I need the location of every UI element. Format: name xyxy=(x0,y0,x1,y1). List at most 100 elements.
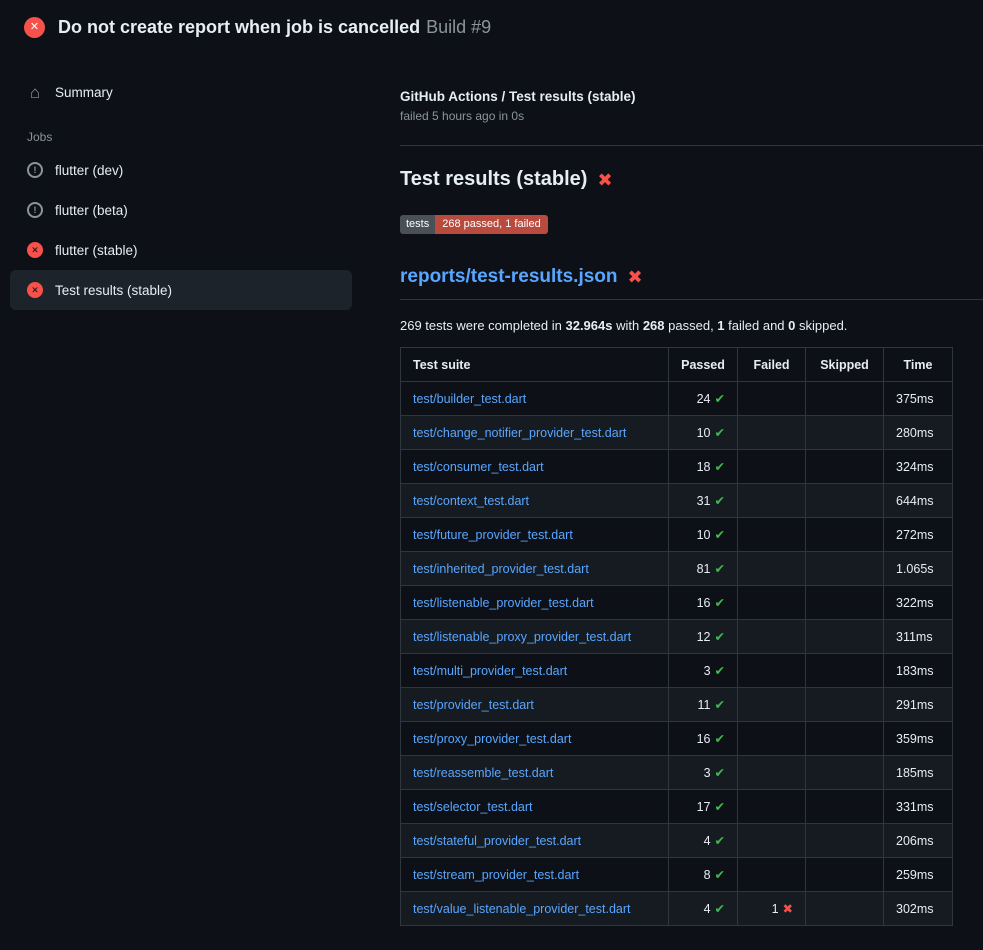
skipped-cell xyxy=(806,892,884,926)
passed-count: 12 xyxy=(697,630,711,644)
passed-count: 11 xyxy=(698,698,711,712)
summary-text: passed, xyxy=(665,318,718,333)
breadcrumb: GitHub Actions / Test results (stable) xyxy=(400,89,983,104)
test-suite-link[interactable]: test/stream_provider_test.dart xyxy=(413,868,579,882)
table-row: test/builder_test.dart24✔375ms xyxy=(401,382,953,416)
passed-cell: 3✔ xyxy=(669,756,738,790)
report-link[interactable]: reports/test-results.json xyxy=(400,266,618,288)
table-row: test/value_listenable_provider_test.dart… xyxy=(401,892,953,926)
failed-cell xyxy=(738,518,806,552)
test-suite-link[interactable]: test/future_provider_test.dart xyxy=(413,528,573,542)
passed-cell: 8✔ xyxy=(669,858,738,892)
table-row: test/selector_test.dart17✔331ms xyxy=(401,790,953,824)
results-table-body: test/builder_test.dart24✔375mstest/chang… xyxy=(401,382,953,926)
failed-icon: ✕ xyxy=(27,242,43,258)
table-row: test/stream_provider_test.dart 8✔ 259ms xyxy=(401,858,953,892)
failed-cell xyxy=(738,654,806,688)
passed-cell: 81✔ xyxy=(669,552,738,586)
test-suite-link[interactable]: test/builder_test.dart xyxy=(413,392,526,406)
sidebar-job-item[interactable]: ✕Test results (stable) xyxy=(10,270,352,310)
passed-count: 18 xyxy=(697,460,711,474)
check-icon: ✔ xyxy=(715,902,725,916)
neutral-icon: ! xyxy=(27,202,43,218)
sidebar: ⌂ Summary Jobs !flutter (dev)!flutter (b… xyxy=(0,51,400,310)
col-test-suite: Test suite xyxy=(401,348,669,382)
check-icon: ✔ xyxy=(715,766,725,780)
passed-cell: 18✔ xyxy=(669,450,738,484)
test-suite-link[interactable]: test/provider_test.dart xyxy=(413,698,534,712)
time-cell: 206ms xyxy=(884,824,953,858)
check-icon: ✔ xyxy=(715,392,725,406)
test-suite-link[interactable]: test/value_listenable_provider_test.dart xyxy=(413,902,631,916)
time-cell: 272ms xyxy=(884,518,953,552)
time-cell: 302ms xyxy=(884,892,953,926)
summary-number: 268 xyxy=(643,318,665,333)
time-value: 375ms xyxy=(896,392,934,406)
failed-cell xyxy=(738,382,806,416)
badge-label: tests xyxy=(400,215,435,234)
summary-line: 269 tests were completed in 32.964s with… xyxy=(400,318,983,333)
time-value: 311ms xyxy=(896,630,933,644)
time-cell: 259ms xyxy=(884,858,953,892)
sidebar-job-item[interactable]: ! flutter (dev) xyxy=(10,150,352,190)
sidebar-summary-label: Summary xyxy=(55,85,113,100)
time-value: 185ms xyxy=(896,766,934,780)
failed-count: 1 xyxy=(772,902,779,916)
time-cell: 280ms xyxy=(884,416,953,450)
sidebar-job-item[interactable]: ✕flutter (stable) xyxy=(10,230,352,270)
sidebar-job-label: flutter (dev) xyxy=(55,163,123,178)
passed-count: 4 xyxy=(704,902,711,916)
sidebar-job-item[interactable]: ! flutter (beta) xyxy=(10,190,352,230)
sidebar-item-summary[interactable]: ⌂ Summary xyxy=(10,72,352,112)
table-row: test/change_notifier_provider_test.dart 1… xyxy=(401,416,953,450)
passed-cell: 11✔ xyxy=(669,688,738,722)
summary-number: 32.964s xyxy=(565,318,612,333)
time-value: 331ms xyxy=(896,800,934,814)
summary-text: 269 tests were completed in xyxy=(400,318,565,333)
section-title: Test results (stable) ✖ xyxy=(400,168,983,191)
skipped-cell xyxy=(806,722,884,756)
suite-cell: test/stream_provider_test.dart xyxy=(401,858,669,892)
report-title: reports/test-results.json ✖ xyxy=(400,266,983,300)
suite-cell: test/proxy_provider_test.dart xyxy=(401,722,669,756)
test-suite-link[interactable]: test/change_notifier_provider_test.dart xyxy=(413,426,626,440)
failed-cell xyxy=(738,858,806,892)
passed-count: 16 xyxy=(697,732,711,746)
test-suite-link[interactable]: test/selector_test.dart xyxy=(413,800,533,814)
summary-text: skipped. xyxy=(795,318,847,333)
test-suite-link[interactable]: test/context_test.dart xyxy=(413,494,529,508)
passed-count: 31 xyxy=(697,494,711,508)
sidebar-job-label: flutter (beta) xyxy=(55,203,128,218)
sidebar-job-label: Test results (stable) xyxy=(55,283,172,298)
test-suite-link[interactable]: test/listenable_proxy_provider_test.dart xyxy=(413,630,631,644)
test-suite-link[interactable]: test/reassemble_test.dart xyxy=(413,766,553,780)
test-suite-link[interactable]: test/proxy_provider_test.dart xyxy=(413,732,571,746)
suite-cell: test/change_notifier_provider_test.dart xyxy=(401,416,669,450)
passed-cell: 4✔ xyxy=(669,892,738,926)
test-suite-link[interactable]: test/consumer_test.dart xyxy=(413,460,544,474)
neutral-icon: ! xyxy=(27,162,43,178)
time-cell: 644ms xyxy=(884,484,953,518)
failed-x-icon: ✖ xyxy=(597,171,612,189)
test-suite-link[interactable]: test/listenable_provider_test.dart xyxy=(413,596,594,610)
test-suite-link[interactable]: test/multi_provider_test.dart xyxy=(413,664,567,678)
tests-badge: tests 268 passed, 1 failed xyxy=(400,215,548,234)
failed-cell xyxy=(738,552,806,586)
skipped-cell xyxy=(806,654,884,688)
col-failed: Failed xyxy=(738,348,806,382)
summary-text: failed and xyxy=(725,318,789,333)
passed-cell: 10✔ xyxy=(669,416,738,450)
time-value: 644ms xyxy=(896,494,934,508)
suite-cell: test/stateful_provider_test.dart xyxy=(401,824,669,858)
test-suite-link[interactable]: test/stateful_provider_test.dart xyxy=(413,834,581,848)
time-value: 206ms xyxy=(896,834,934,848)
suite-cell: test/listenable_provider_test.dart xyxy=(401,586,669,620)
time-cell: 183ms xyxy=(884,654,953,688)
test-suite-link[interactable]: test/inherited_provider_test.dart xyxy=(413,562,589,576)
skipped-cell xyxy=(806,688,884,722)
failed-cell xyxy=(738,484,806,518)
cross-icon: ✖ xyxy=(783,902,793,916)
passed-cell: 16✔ xyxy=(669,586,738,620)
table-row: test/proxy_provider_test.dart16✔359ms xyxy=(401,722,953,756)
table-row: test/inherited_provider_test.dart81✔1.06… xyxy=(401,552,953,586)
